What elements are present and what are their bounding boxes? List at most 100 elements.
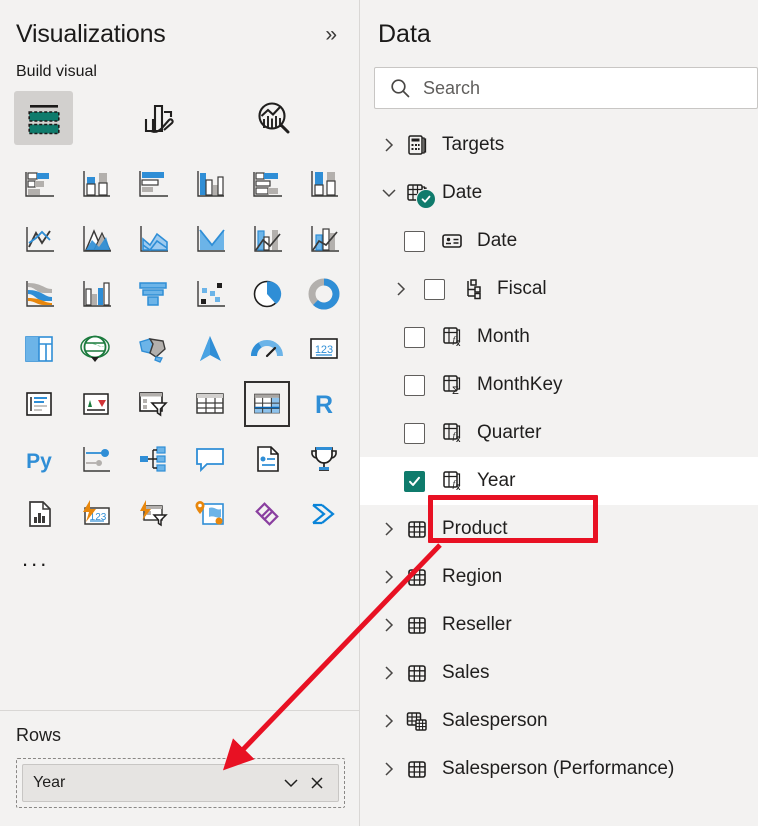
visual-powerbi-custom-purple[interactable]: [244, 491, 290, 537]
tab-build-visual[interactable]: [14, 91, 73, 159]
visual-stacked-column-chart[interactable]: [73, 161, 119, 207]
tree-field-quarter[interactable]: f x Quarter: [360, 409, 758, 457]
visual-filled-map[interactable]: [130, 326, 176, 372]
chevron-right-icon[interactable]: [388, 281, 414, 297]
visual-power-apps[interactable]: 123: [73, 491, 119, 537]
date-field-icon: [437, 229, 467, 253]
table-icon: [402, 565, 432, 589]
chevron-right-icon[interactable]: [376, 713, 402, 729]
visual-r-script[interactable]: R: [301, 381, 347, 427]
tree-item-label: Salesperson (Performance): [442, 758, 675, 779]
visualizations-header: Visualizations »: [0, 0, 359, 49]
visual-funnel-chart[interactable]: [130, 271, 176, 317]
tree-field-fiscal[interactable]: Fiscal: [360, 265, 758, 313]
tab-analytics[interactable]: [244, 91, 303, 145]
tab-selected-caret: [38, 145, 68, 159]
svg-text:x: x: [456, 339, 461, 348]
field-checkbox[interactable]: [404, 326, 425, 348]
visual-metrics-scorecard[interactable]: [301, 436, 347, 482]
in-use-badge: [416, 189, 436, 209]
visual-waterfall-chart[interactable]: [73, 271, 119, 317]
visual-donut-chart[interactable]: [301, 271, 347, 317]
visual-card[interactable]: 123: [301, 326, 347, 372]
rows-dropzone[interactable]: Year: [16, 758, 345, 808]
page-title: Visualizations: [16, 20, 166, 48]
visual-ribbon-chart-alt[interactable]: [301, 216, 347, 262]
rows-well-title: Rows: [16, 725, 62, 745]
chevron-right-icon[interactable]: [376, 761, 402, 777]
svg-text:R: R: [315, 391, 333, 419]
visual-stacked-area-chart[interactable]: [130, 216, 176, 262]
visual-100-stacked-bar-chart[interactable]: [244, 161, 290, 207]
visual-python-script[interactable]: Py: [16, 436, 62, 482]
visual-qna[interactable]: [187, 436, 233, 482]
rows-field-year[interactable]: Year: [22, 764, 339, 802]
chevron-down-icon[interactable]: [278, 770, 304, 796]
tree-field-year[interactable]: f x Year: [360, 457, 758, 505]
visual-slicer[interactable]: [130, 381, 176, 427]
visual-table[interactable]: [187, 381, 233, 427]
tree-item-salesperson[interactable]: Salesperson: [360, 697, 758, 745]
field-checkbox-checked[interactable]: [404, 470, 425, 492]
visual-arcgis-map[interactable]: [187, 491, 233, 537]
visual-map[interactable]: [73, 326, 119, 372]
visual-ribbon-chart[interactable]: [16, 271, 62, 317]
visual-azure-map[interactable]: [187, 326, 233, 372]
tree-item-reseller[interactable]: Reseller: [360, 601, 758, 649]
table-icon: [402, 613, 432, 637]
tab-format-visual[interactable]: [129, 91, 188, 145]
visual-gauge-chart[interactable]: [244, 326, 290, 372]
search-input[interactable]: Search: [374, 67, 758, 109]
field-checkbox[interactable]: [404, 422, 425, 444]
chevron-right-icon[interactable]: [376, 665, 402, 681]
visual-pane-tabs: [0, 89, 359, 159]
visual-multi-row-card[interactable]: [16, 381, 62, 427]
tree-item-label: Sales: [442, 662, 490, 683]
visual-powerbi-custom-blue[interactable]: [301, 491, 347, 537]
tree-item-targets[interactable]: Targets: [360, 121, 758, 169]
visual-kpi[interactable]: [73, 381, 119, 427]
tree-item-date-table[interactable]: Date: [360, 169, 758, 217]
field-checkbox[interactable]: [404, 374, 425, 396]
visual-line-chart[interactable]: [16, 216, 62, 262]
chevron-right-icon[interactable]: [376, 569, 402, 585]
tree-item-sales[interactable]: Sales: [360, 649, 758, 697]
chevron-right-icon[interactable]: [376, 521, 402, 537]
visual-clustered-column-chart[interactable]: [187, 161, 233, 207]
more-visuals-button[interactable]: ...: [0, 546, 359, 570]
data-pane: Data Search Targets Date Date Fiscal f x…: [360, 0, 758, 826]
tree-item-product[interactable]: Product: [360, 505, 758, 553]
field-checkbox[interactable]: [424, 278, 445, 300]
visual-line-and-clustered-column-chart[interactable]: [244, 216, 290, 262]
chevron-down-icon[interactable]: [376, 185, 402, 201]
visual-decomposition-tree[interactable]: [130, 436, 176, 482]
tree-item-region[interactable]: Region: [360, 553, 758, 601]
svg-text:x: x: [456, 435, 461, 444]
visual-power-automate[interactable]: [130, 491, 176, 537]
visual-scatter-chart[interactable]: [187, 271, 233, 317]
field-checkbox[interactable]: [404, 230, 425, 252]
visual-line-and-stacked-column-chart[interactable]: [187, 216, 233, 262]
tree-field-monthkey[interactable]: Σ MonthKey: [360, 361, 758, 409]
tree-field-date[interactable]: Date: [360, 217, 758, 265]
visual-area-chart[interactable]: [73, 216, 119, 262]
visual-100-stacked-column-chart[interactable]: [301, 161, 347, 207]
double-chevron-right-icon[interactable]: »: [321, 22, 341, 47]
chevron-right-icon[interactable]: [376, 137, 402, 153]
visual-matrix[interactable]: [244, 381, 290, 427]
visual-key-influencers[interactable]: [73, 436, 119, 482]
table-icon: [402, 757, 432, 781]
chevron-right-icon[interactable]: [376, 617, 402, 633]
close-icon[interactable]: [304, 770, 330, 796]
visual-treemap[interactable]: [16, 326, 62, 372]
visual-clustered-bar-chart[interactable]: [130, 161, 176, 207]
visual-pie-chart[interactable]: [244, 271, 290, 317]
tree-item-label: MonthKey: [477, 374, 563, 395]
visual-smart-narrative[interactable]: [244, 436, 290, 482]
visual-stacked-bar-chart[interactable]: [16, 161, 62, 207]
tree-item-label: Fiscal: [497, 278, 547, 299]
tree-field-month[interactable]: f x Month: [360, 313, 758, 361]
visual-paginated-report[interactable]: [16, 491, 62, 537]
tree-item-salesperson-performance[interactable]: Salesperson (Performance): [360, 745, 758, 793]
calculated-column-icon: f x: [437, 325, 467, 349]
